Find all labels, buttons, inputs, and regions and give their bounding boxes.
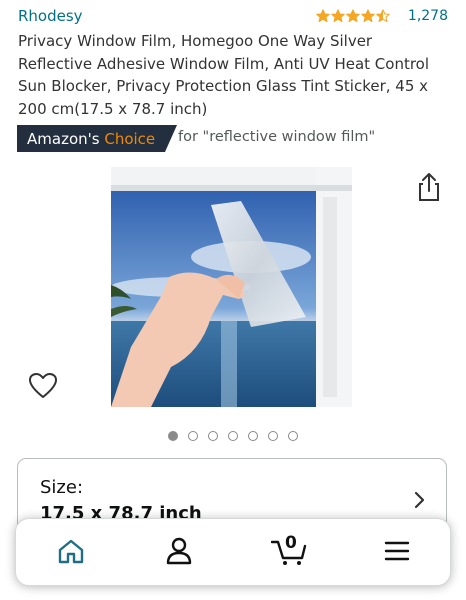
cart-icon[interactable]: 0 [269,533,309,566]
carousel-dot[interactable] [208,431,218,441]
brand-link[interactable]: Rhodesy [18,7,83,25]
star-icon [346,9,360,23]
home-icon[interactable] [54,536,88,566]
badge-highlight: Choice [104,130,156,148]
product-image[interactable] [111,167,352,407]
star-icon [316,9,330,23]
rating[interactable]: 1,278 [316,8,448,24]
star-icon [376,9,390,23]
image-carousel-dots[interactable] [0,431,466,441]
heart-icon[interactable] [28,372,58,400]
carousel-dot[interactable] [228,431,238,441]
bottom-nav: 0 [15,518,451,586]
rating-count[interactable]: 1,278 [408,8,448,24]
carousel-dot[interactable] [268,431,278,441]
chevron-right-icon [414,491,426,509]
cart-count: 0 [285,533,297,553]
menu-icon[interactable] [380,536,414,566]
amazons-choice-badge: Amazon's Choice [17,125,177,152]
star-icon [331,9,345,23]
star-rating [316,9,390,23]
account-icon[interactable] [162,536,196,566]
carousel-dot[interactable] [188,431,198,441]
badge-keyword: for "reflective window film" [178,129,376,145]
share-icon[interactable] [414,171,444,203]
carousel-dot[interactable] [168,431,178,441]
carousel-dot[interactable] [288,431,298,441]
size-label: Size: [40,477,84,498]
carousel-dot[interactable] [248,431,258,441]
product-title: Privacy Window Film, Homegoo One Way Sil… [18,32,430,118]
badge-prefix: Amazon's [27,130,100,148]
star-icon [361,9,375,23]
